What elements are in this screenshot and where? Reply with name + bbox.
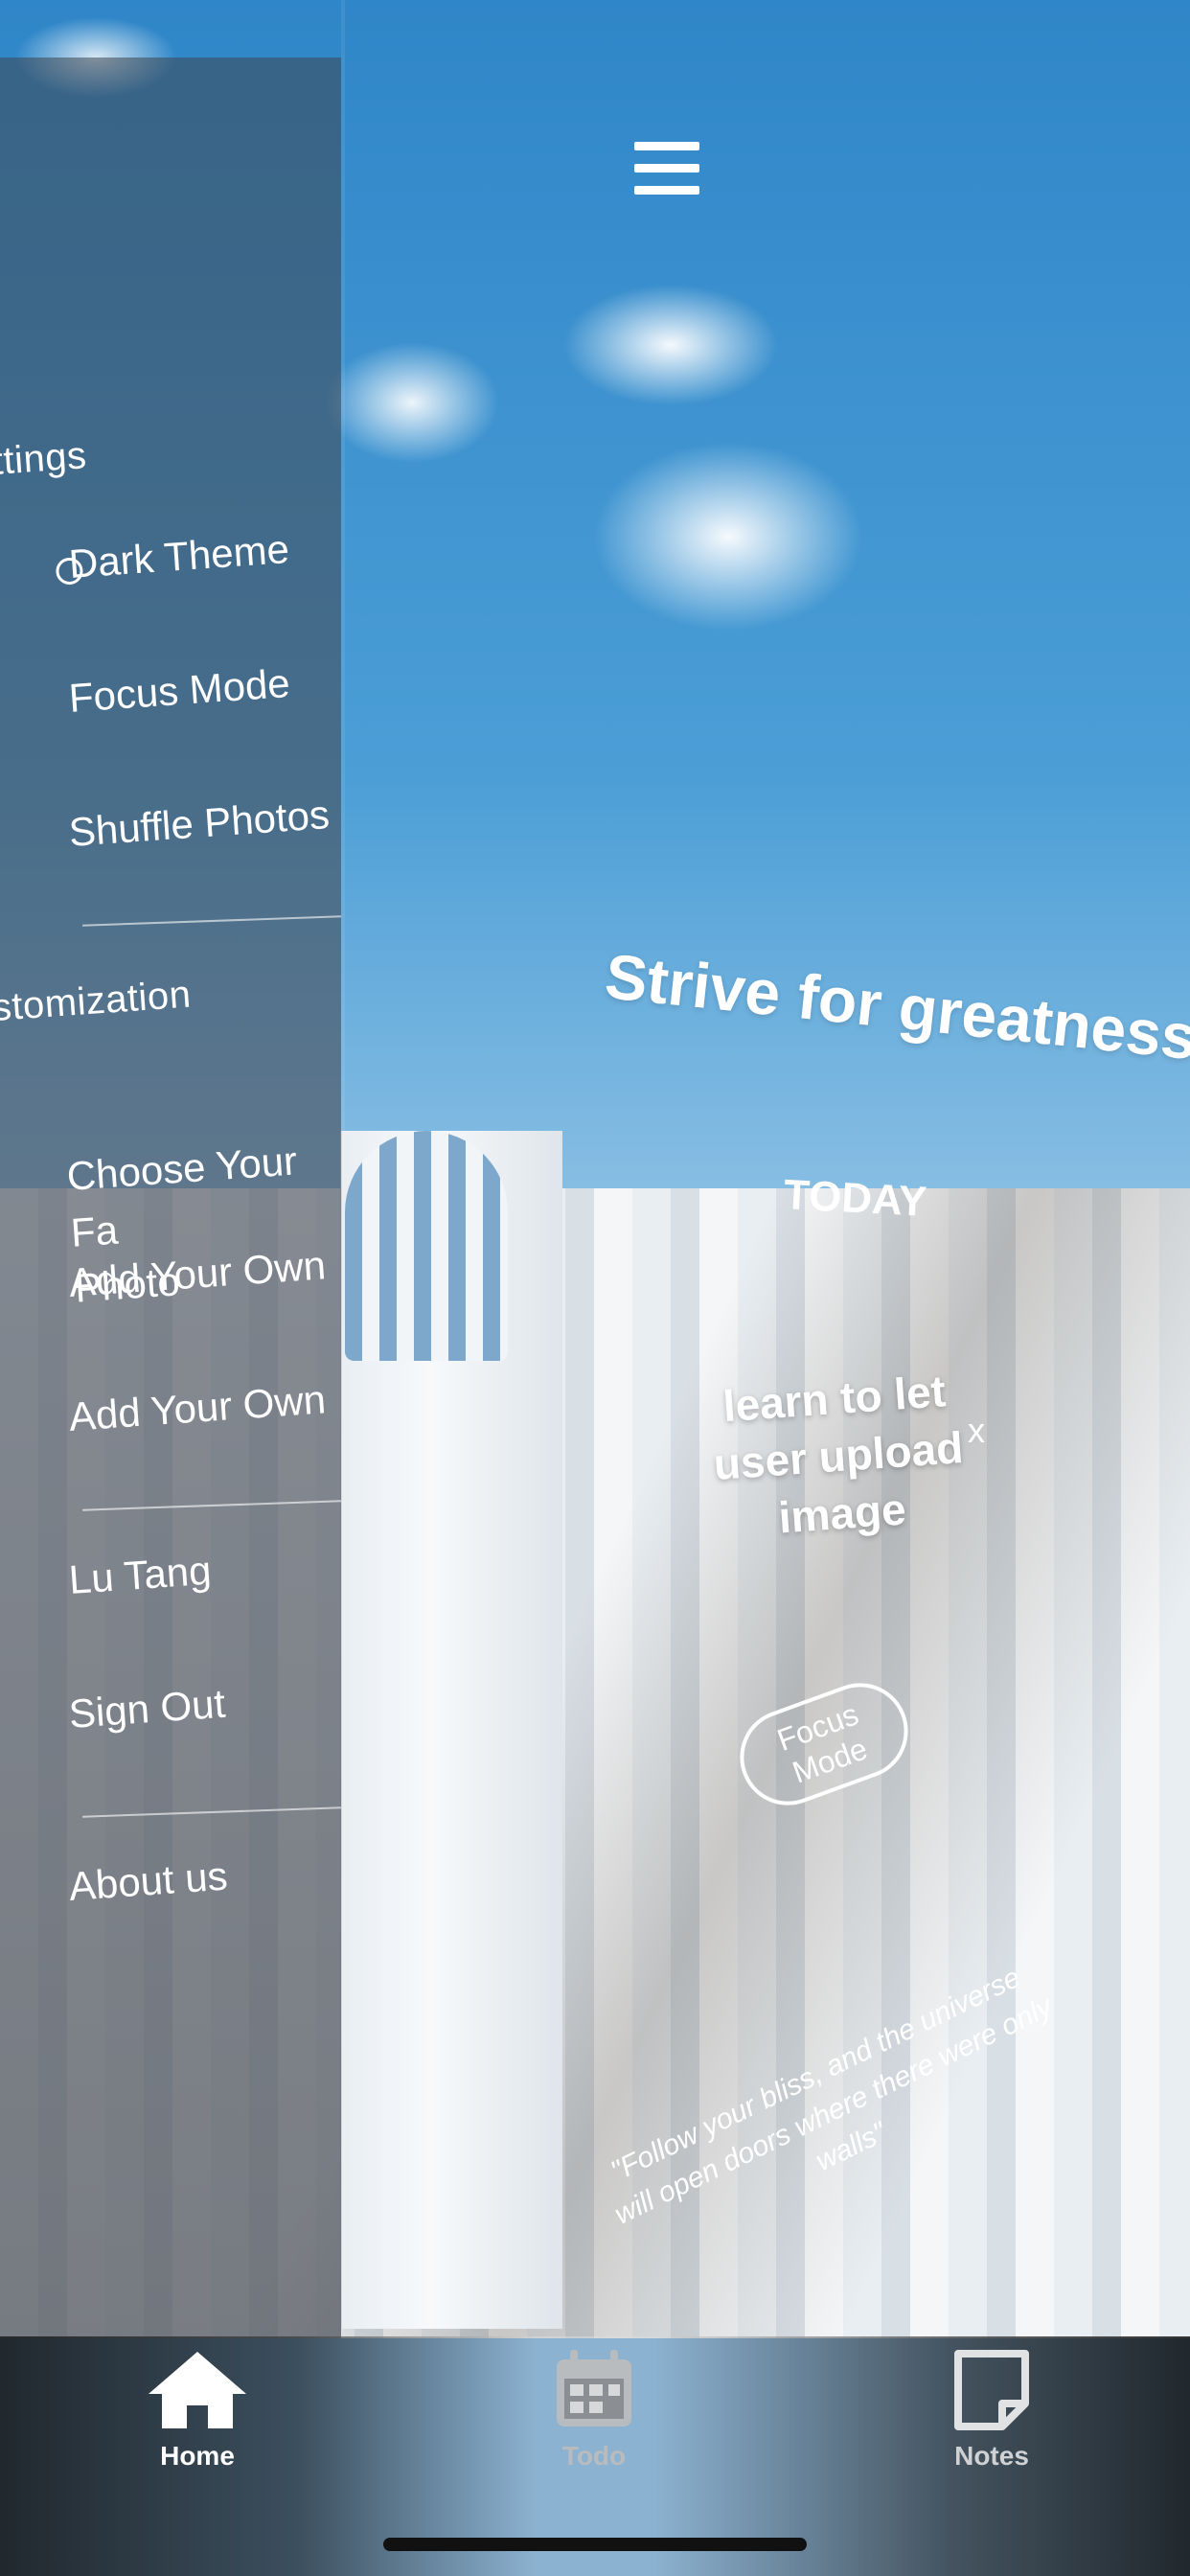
- settings-header: ttings: [0, 434, 88, 483]
- calendar-icon: [557, 2350, 631, 2426]
- main-panel-edge: [341, 0, 345, 2338]
- drawer-item-label: Lu Tang: [67, 1547, 213, 1602]
- drawer-item-label: Add Your Own: [67, 1376, 328, 1439]
- drawer-item-focus-mode[interactable]: Focus Mode: [67, 656, 292, 727]
- home-icon: [149, 2352, 246, 2428]
- tab-label: Notes: [954, 2441, 1029, 2471]
- drawer-item-sign-out[interactable]: Sign Out: [67, 1676, 227, 1743]
- drawer-item-label: About us: [67, 1852, 229, 1909]
- menu-icon[interactable]: [634, 142, 699, 196]
- drawer-item-dark-theme[interactable]: Dark Theme: [55, 521, 291, 593]
- drawer-item-label: Shuffle Photos: [67, 792, 332, 855]
- tab-label: Todo: [561, 2441, 627, 2471]
- drawer-item-add-own-2[interactable]: Add Your Own: [67, 1371, 328, 1445]
- close-icon[interactable]: x: [968, 1411, 985, 1451]
- home-indicator: [383, 2538, 807, 2551]
- customization-header: stomization: [0, 973, 193, 1029]
- drawer-item-shuffle-photos[interactable]: Shuffle Photos: [67, 787, 332, 862]
- tab-label: Home: [160, 2441, 235, 2471]
- today-task: learn to let user upload image: [712, 1366, 965, 1543]
- drawer-item-label: Add Your Own: [67, 1242, 328, 1305]
- tab-home[interactable]: Home: [102, 2348, 293, 2472]
- note-icon: [954, 2350, 1029, 2430]
- drawer-item-profile[interactable]: Lu Tang: [67, 1543, 213, 1609]
- today-label: TODAY: [782, 1171, 928, 1226]
- drawer-item-about[interactable]: About us: [67, 1849, 229, 1916]
- drawer-divider: [82, 915, 341, 927]
- side-drawer: ttings Dark Theme Focus Mode Shuffle Pho…: [0, 58, 341, 2338]
- tab-todo[interactable]: Todo: [498, 2348, 690, 2472]
- background-dome: [345, 1131, 508, 1361]
- drawer-divider: [82, 1500, 341, 1511]
- drawer-divider: [82, 1806, 341, 1818]
- drawer-item-label: Dark Theme: [67, 525, 291, 586]
- tab-notes[interactable]: Notes: [896, 2348, 1087, 2472]
- drawer-item-label: Focus Mode: [67, 659, 292, 721]
- drawer-item-label: Sign Out: [67, 1680, 227, 1736]
